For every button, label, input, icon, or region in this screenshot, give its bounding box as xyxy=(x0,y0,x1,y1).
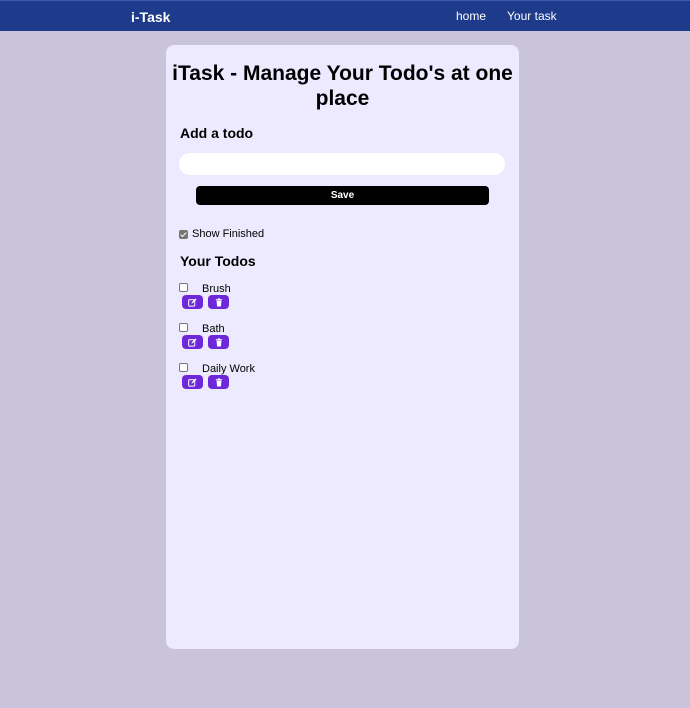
edit-todo-button[interactable] xyxy=(182,335,203,349)
show-finished-label: Show Finished xyxy=(192,228,265,240)
delete-todo-button[interactable] xyxy=(208,375,229,389)
edit-todo-button[interactable] xyxy=(182,295,203,309)
delete-todo-button[interactable] xyxy=(208,295,229,309)
edit-icon xyxy=(188,338,197,347)
todo-list: Brush Bath Daily Work xyxy=(179,280,499,400)
todo-item: Bath xyxy=(179,320,499,360)
nav-link-your-task[interactable]: Your task xyxy=(507,9,557,23)
edit-icon xyxy=(188,298,197,307)
todo-text: Daily Work xyxy=(202,363,255,375)
todo-text: Bath xyxy=(202,323,225,335)
todo-checkbox[interactable] xyxy=(179,282,188,292)
nav-link-home[interactable]: home xyxy=(456,9,486,23)
trash-icon xyxy=(215,297,223,307)
nav-links: home Your task xyxy=(456,9,557,23)
todo-checkbox[interactable] xyxy=(179,322,188,332)
your-todos-heading: Your Todos xyxy=(180,253,256,269)
trash-icon xyxy=(215,377,223,387)
show-finished-toggle[interactable]: Show Finished xyxy=(179,228,264,240)
brand-logo[interactable]: i-Task xyxy=(131,9,170,25)
todo-checkbox[interactable] xyxy=(179,362,188,372)
todo-item: Brush xyxy=(179,280,499,320)
todo-card: iTask - Manage Your Todo's at one place … xyxy=(166,45,519,649)
add-todo-heading: Add a todo xyxy=(180,125,254,141)
todo-item: Daily Work xyxy=(179,360,499,400)
edit-icon xyxy=(188,378,197,387)
todo-input[interactable] xyxy=(179,153,505,175)
show-finished-checkbox[interactable] xyxy=(179,229,188,239)
todo-text: Brush xyxy=(202,283,231,295)
save-button[interactable]: Save xyxy=(196,186,489,205)
edit-todo-button[interactable] xyxy=(182,375,203,389)
trash-icon xyxy=(215,337,223,347)
delete-todo-button[interactable] xyxy=(208,335,229,349)
page-title: iTask - Manage Your Todo's at one place xyxy=(172,62,513,110)
navbar: i-Task home Your task xyxy=(0,0,690,31)
